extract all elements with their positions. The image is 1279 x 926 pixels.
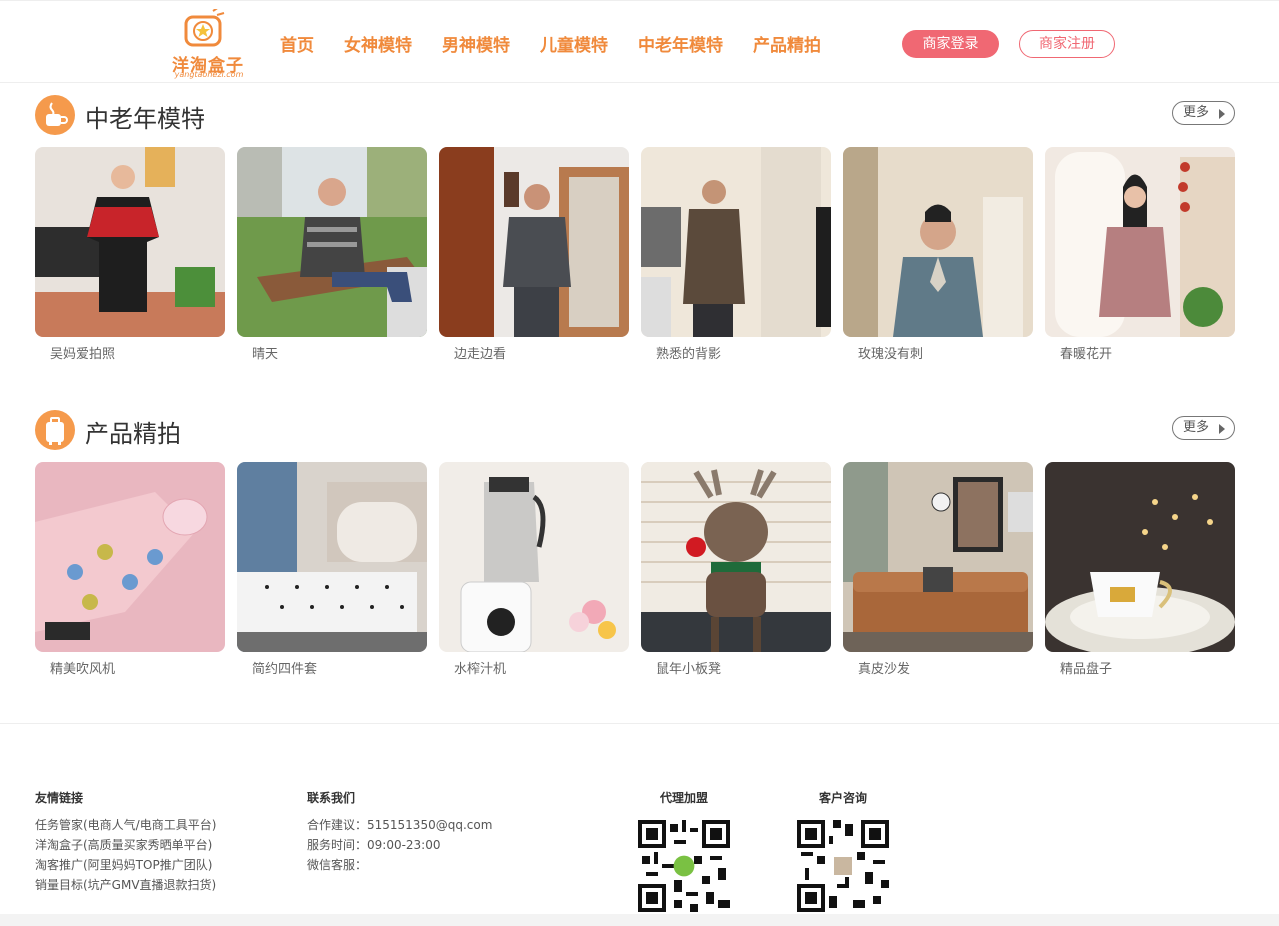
- nav-senior-models[interactable]: 中老年模特: [638, 31, 723, 56]
- card[interactable]: 春暖花开: [1045, 147, 1235, 362]
- juicer-photo[interactable]: [439, 462, 629, 652]
- footer-friend-links: 友情链接 任务管家(电商人气/电商工具平台) 洋淘盒子(高质量买家秀晒单平台) …: [35, 789, 216, 895]
- card[interactable]: 鼠年小板凳: [641, 462, 831, 677]
- card-grid: 吴妈爱拍照 晴天 边走边看 熟悉的背影 玫瑰没有刺 春暖花开: [35, 147, 1235, 362]
- more-button[interactable]: 更多: [1172, 416, 1235, 440]
- card-caption: 真皮沙发: [858, 662, 911, 677]
- footer-heading: 客户咨询: [818, 791, 867, 805]
- footer-link[interactable]: 任务管家(电商人气/电商工具平台): [35, 815, 216, 835]
- card[interactable]: 真皮沙发: [843, 462, 1033, 677]
- section-title: 产品精拍: [85, 420, 181, 448]
- triangle-right-icon: [1219, 424, 1225, 434]
- merchant-login-button[interactable]: 商家登录: [902, 30, 999, 58]
- footer-link[interactable]: 洋淘盒子(高质量买家秀晒单平台): [35, 835, 216, 855]
- site-logo[interactable]: 洋淘盒子 yangtaohezi.com: [165, 7, 251, 79]
- leather-sofa-photo[interactable]: [843, 462, 1033, 652]
- section-title: 中老年模特: [85, 105, 205, 133]
- nav-home[interactable]: 首页: [280, 31, 314, 56]
- service-hours: 服务时间：09:00-23:00: [307, 838, 441, 852]
- woman-pink-jacket-photo[interactable]: [1045, 147, 1235, 337]
- card-caption: 晴天: [252, 347, 279, 362]
- footer-heading: 友情链接: [35, 791, 84, 805]
- support-qr-code: [797, 820, 889, 912]
- footer-heading: 联系我们: [307, 791, 356, 805]
- footer-divider: [0, 723, 1279, 724]
- nav-product-shots[interactable]: 产品精拍: [753, 31, 821, 56]
- logo-box-icon: [184, 9, 225, 47]
- woman-grey-cardigan-photo[interactable]: [843, 147, 1033, 337]
- card[interactable]: 吴妈爱拍照: [35, 147, 225, 362]
- footer-agent: 代理加盟: [638, 789, 730, 917]
- more-label: 更多: [1183, 420, 1210, 435]
- card[interactable]: 边走边看: [439, 147, 629, 362]
- card-caption: 水榨汁机: [454, 662, 507, 677]
- card-caption: 边走边看: [454, 347, 507, 362]
- card-caption: 吴妈爱拍照: [50, 347, 116, 362]
- card-caption: 鼠年小板凳: [656, 662, 722, 677]
- card-caption: 精品盘子: [1060, 662, 1113, 677]
- nav-child-models[interactable]: 儿童模特: [540, 31, 608, 56]
- main-nav: 首页 女神模特 男神模特 儿童模特 中老年模特 产品精拍: [280, 31, 851, 56]
- footer-link[interactable]: 淘客推广(阿里妈妈TOP推广团队): [35, 855, 216, 875]
- triangle-right-icon: [1219, 109, 1225, 119]
- teacup-plate-photo[interactable]: [1045, 462, 1235, 652]
- wechat-service: 微信客服：: [307, 858, 368, 872]
- card[interactable]: 精美吹风机: [35, 462, 225, 677]
- card[interactable]: 熟悉的背影: [641, 147, 831, 362]
- footer-bottom-bar: [0, 914, 1279, 926]
- man-grey-sweater-photo[interactable]: [439, 147, 629, 337]
- site-header: 洋淘盒子 yangtaohezi.com 首页 女神模特 男神模特 儿童模特 中…: [0, 0, 1279, 83]
- contact-email: 合作建议：515151350@qq.com: [307, 818, 493, 832]
- footer-support: 客户咨询: [797, 789, 889, 917]
- hair-dryer-photo[interactable]: [35, 462, 225, 652]
- card-caption: 春暖花开: [1060, 347, 1113, 362]
- card[interactable]: 精品盘子: [1045, 462, 1235, 677]
- footer-heading: 代理加盟: [659, 791, 708, 805]
- reindeer-stool-photo[interactable]: [641, 462, 831, 652]
- merchant-register-button[interactable]: 商家注册: [1019, 30, 1115, 58]
- card[interactable]: 水榨汁机: [439, 462, 629, 677]
- coffee-cup-icon: [35, 95, 75, 135]
- card[interactable]: 简约四件套: [237, 462, 427, 677]
- card[interactable]: 玫瑰没有刺: [843, 147, 1033, 362]
- card-caption: 精美吹风机: [50, 662, 116, 677]
- woman-red-jacket-photo[interactable]: [35, 147, 225, 337]
- footer-link[interactable]: 销量目标(坑产GMV直播退款扫货): [35, 875, 216, 895]
- card-caption: 玫瑰没有刺: [858, 347, 924, 362]
- card-caption: 简约四件套: [252, 662, 318, 677]
- nav-female-models[interactable]: 女神模特: [344, 31, 412, 56]
- footer-contact: 联系我们 合作建议：515151350@qq.com 服务时间：09:00-23…: [307, 789, 492, 875]
- card-caption: 熟悉的背影: [656, 347, 722, 362]
- card[interactable]: 晴天: [237, 147, 427, 362]
- logo-domain: yangtaohezi.com: [174, 70, 244, 79]
- agent-qr-code: [638, 820, 730, 912]
- bedding-set-photo[interactable]: [237, 462, 427, 652]
- man-brown-coat-photo[interactable]: [641, 147, 831, 337]
- more-button[interactable]: 更多: [1172, 101, 1235, 125]
- more-label: 更多: [1183, 105, 1210, 120]
- man-on-bench-photo[interactable]: [237, 147, 427, 337]
- suitcase-icon: [35, 410, 75, 450]
- nav-male-models[interactable]: 男神模特: [442, 31, 510, 56]
- card-grid: 精美吹风机 简约四件套 水榨汁机 鼠年小板凳 真皮沙发 精品盘子: [35, 462, 1235, 677]
